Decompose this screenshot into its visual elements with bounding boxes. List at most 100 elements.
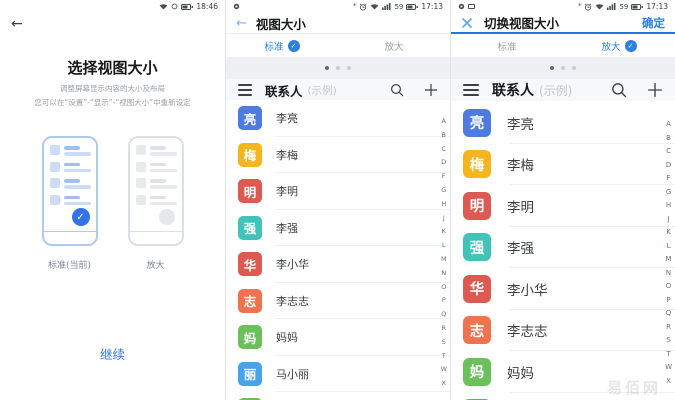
index-letter[interactable]: F	[667, 174, 671, 188]
index-letter[interactable]: D	[666, 161, 671, 175]
index-letter[interactable]: C	[442, 145, 447, 159]
index-letter[interactable]: L	[442, 241, 446, 255]
contact-avatar: 妈	[238, 325, 262, 350]
index-letter[interactable]: P	[666, 296, 670, 310]
index-letter[interactable]: R	[442, 324, 447, 338]
menu-icon[interactable]	[238, 84, 252, 96]
contact-row[interactable]: 亮李亮	[451, 102, 675, 144]
index-letter[interactable]: H	[441, 200, 446, 214]
index-letter[interactable]: S	[442, 338, 446, 352]
status-time: 17:13	[646, 2, 668, 11]
back-icon[interactable]: ←	[236, 17, 247, 30]
contact-row[interactable]: 华李小华	[451, 268, 675, 310]
page-dot	[561, 66, 565, 70]
tab-standard[interactable]: 标准	[451, 34, 563, 57]
tab-standard-label: 标准	[264, 41, 284, 53]
index-letter[interactable]: O	[666, 282, 672, 296]
tab-standard[interactable]: 标准 ✓	[226, 34, 338, 57]
index-letter[interactable]: T	[666, 350, 670, 364]
contact-row[interactable]: 丽马小丽	[226, 356, 450, 393]
index-letter[interactable]: Q	[441, 310, 446, 324]
view-size-tabs: 标准 ✓ 放大	[226, 34, 450, 57]
index-letter[interactable]: O	[441, 283, 446, 297]
index-letter[interactable]: N	[441, 269, 446, 283]
alphabet-index[interactable]: ABCDFGHJKLMNOPQRSTWX	[441, 117, 447, 393]
index-letter[interactable]: H	[666, 201, 671, 215]
index-letter[interactable]: A	[666, 120, 671, 134]
contact-avatar: 明	[238, 179, 262, 204]
option-zoom[interactable]: 放大	[127, 136, 184, 271]
gear-icon	[233, 3, 240, 10]
contact-avatar: 亮	[238, 106, 262, 131]
index-letter[interactable]: F	[442, 172, 446, 186]
status-time: 18:46	[196, 2, 218, 11]
continue-button[interactable]: 继续	[0, 344, 225, 363]
contact-row[interactable]: 妈妈妈	[226, 319, 450, 356]
status-bar: * 59 17:13	[451, 0, 675, 13]
contact-avatar: 华	[463, 274, 491, 303]
index-letter[interactable]: G	[666, 188, 671, 202]
contact-row[interactable]: 强李强	[451, 227, 675, 269]
index-letter[interactable]: G	[441, 186, 446, 200]
option-standard[interactable]: ✓ 标准(当前)	[41, 136, 98, 271]
contact-row[interactable]: 强李强	[226, 210, 450, 247]
index-letter[interactable]: J	[443, 214, 445, 228]
battery-icon	[406, 3, 419, 10]
preview-footer-line	[129, 231, 182, 232]
tab-zoom[interactable]: 放大 ✓	[563, 34, 675, 57]
index-letter[interactable]: K	[442, 227, 446, 241]
contact-row[interactable]: 梅李梅	[226, 137, 450, 174]
index-letter[interactable]: B	[666, 134, 671, 148]
contacts-title: 联系人	[265, 83, 303, 99]
index-letter[interactable]: L	[667, 242, 671, 256]
add-contact-icon[interactable]	[424, 83, 438, 97]
tab-zoom[interactable]: 放大	[338, 34, 450, 57]
search-icon[interactable]	[611, 82, 627, 98]
search-icon[interactable]	[390, 83, 404, 97]
contact-row[interactable]: 志李志志	[226, 283, 450, 320]
alphabet-index[interactable]: ABCDFGHJKLMNOPQRSTWX	[665, 120, 672, 390]
index-letter[interactable]: R	[666, 323, 671, 337]
index-letter[interactable]: C	[666, 147, 671, 161]
preview-line	[149, 146, 166, 150]
index-letter[interactable]: Q	[666, 309, 672, 323]
contact-row[interactable]: 亮李亮	[226, 100, 450, 137]
contact-row[interactable]: 梅李梅	[451, 144, 675, 186]
contact-avatar: 妈	[463, 357, 491, 386]
header: ← 视图大小	[226, 13, 450, 34]
asterisk-status-icon: *	[577, 2, 582, 10]
index-letter[interactable]: M	[441, 255, 447, 269]
index-letter[interactable]: M	[666, 255, 672, 269]
index-letter[interactable]: D	[441, 158, 446, 172]
index-letter[interactable]: A	[442, 117, 446, 131]
contact-row[interactable]: 明李明	[226, 173, 450, 210]
page-dot	[572, 66, 576, 70]
contact-name: 李强	[276, 221, 298, 235]
contact-name: 李志志	[276, 294, 309, 308]
menu-icon[interactable]	[463, 84, 479, 96]
index-letter[interactable]: P	[442, 296, 446, 310]
index-letter[interactable]: X	[442, 379, 446, 393]
index-letter[interactable]: J	[668, 215, 670, 229]
index-letter[interactable]: B	[442, 131, 446, 145]
confirm-button[interactable]: 确定	[642, 15, 665, 31]
add-contact-icon[interactable]	[647, 82, 663, 98]
contact-row-partial[interactable]	[226, 392, 450, 400]
index-letter[interactable]: X	[666, 377, 671, 391]
close-icon[interactable]	[461, 17, 473, 29]
data-circle-icon	[171, 3, 178, 10]
index-letter[interactable]: S	[666, 336, 670, 350]
contact-row[interactable]: 明李明	[451, 185, 675, 227]
index-letter[interactable]: W	[441, 365, 447, 379]
contact-row[interactable]: 华李小华	[226, 246, 450, 283]
index-letter[interactable]: W	[665, 363, 672, 377]
contact-name: 李梅	[507, 158, 534, 175]
back-icon[interactable]: ←	[11, 17, 23, 31]
contacts-toolbar: 联系人 (示例)	[226, 79, 450, 101]
contact-row[interactable]: 志李志志	[451, 310, 675, 352]
index-letter[interactable]: N	[666, 269, 671, 283]
index-letter[interactable]: T	[442, 352, 446, 366]
index-letter[interactable]: K	[666, 228, 671, 242]
tab-zoom-label: 放大	[601, 41, 621, 53]
preview-list-row	[135, 194, 177, 205]
